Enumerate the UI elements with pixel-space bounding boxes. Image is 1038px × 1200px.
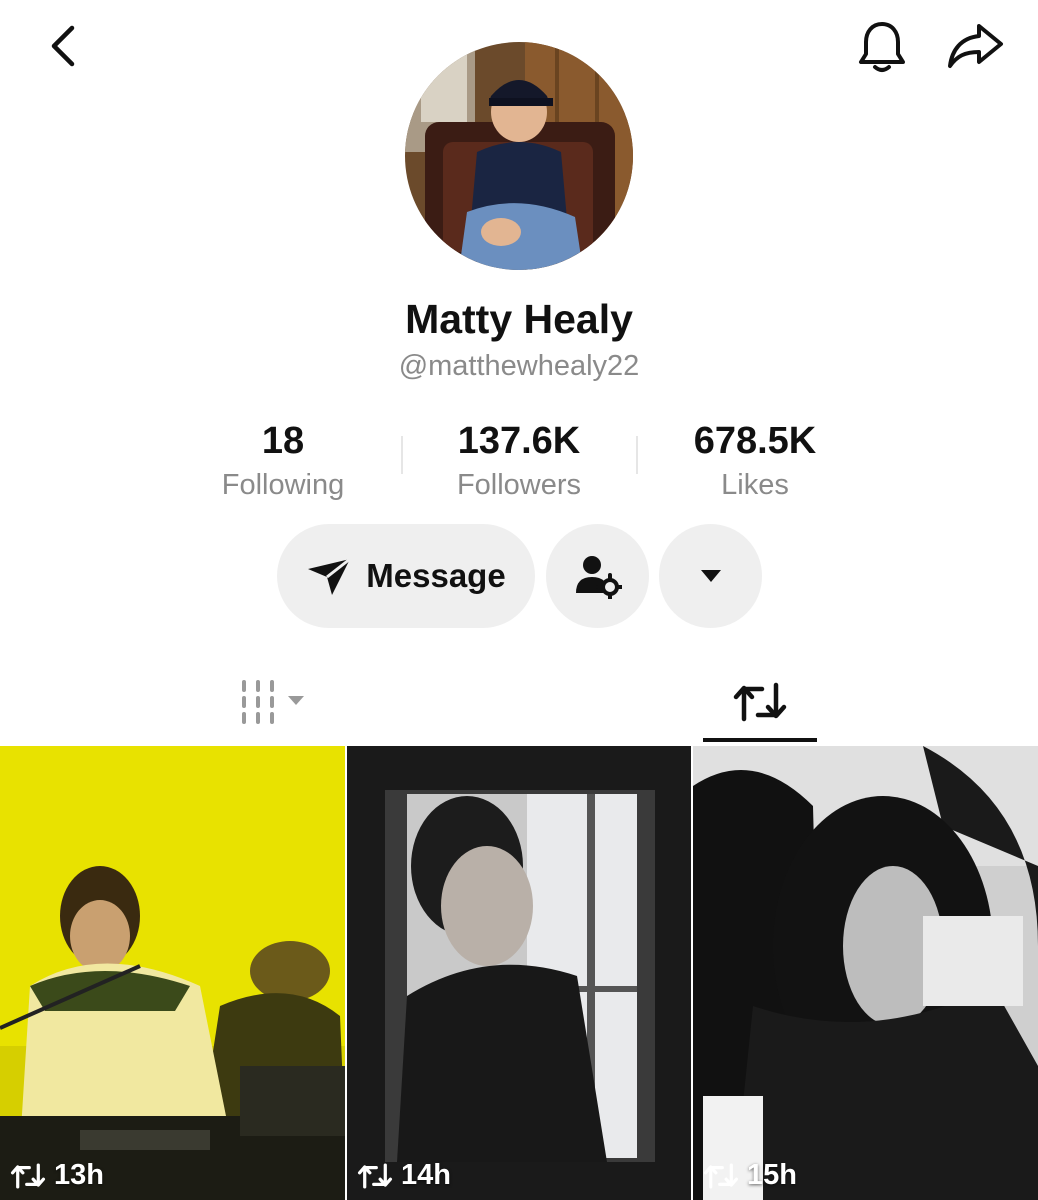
repost-time: 13h: [54, 1159, 104, 1191]
bell-icon: [859, 22, 905, 72]
grid-columns-icon: [242, 680, 304, 724]
stat-likes-label: Likes: [721, 469, 789, 501]
stat-divider: [401, 436, 403, 474]
friend-settings-button[interactable]: [546, 524, 649, 628]
avatar[interactable]: [405, 42, 633, 270]
chevron-left-icon: [51, 25, 75, 67]
profile-name: Matty Healy: [405, 296, 633, 342]
send-icon: [308, 557, 352, 595]
share-button[interactable]: [942, 18, 1008, 74]
stat-followers[interactable]: 137.6K Followers: [409, 418, 629, 504]
repost-video-3[interactable]: 15h: [693, 746, 1038, 1200]
more-options-button[interactable]: [659, 524, 762, 628]
stat-following-value: 18: [261, 420, 305, 462]
stat-followers-label: Followers: [456, 469, 582, 501]
message-button-label: Message: [366, 557, 506, 594]
tab-videos[interactable]: [178, 660, 378, 744]
share-arrow-icon: [948, 24, 1003, 68]
user-settings-icon: [575, 556, 622, 599]
video-thumbnail: [347, 746, 691, 1200]
stat-likes-value: 678.5K: [693, 420, 817, 462]
profile-handle: @matthewhealy22: [398, 350, 640, 382]
back-button[interactable]: [36, 20, 88, 72]
notifications-button[interactable]: [852, 18, 912, 74]
repost-icon: [733, 682, 787, 722]
stat-divider: [636, 436, 638, 474]
stat-likes[interactable]: 678.5K Likes: [645, 418, 865, 504]
repost-icon: [10, 1162, 46, 1189]
repost-video-2[interactable]: 14h: [347, 746, 691, 1200]
repost-time: 14h: [401, 1159, 451, 1191]
repost-time: 15h: [747, 1159, 797, 1191]
stat-following-label: Following: [221, 469, 345, 501]
stat-following[interactable]: 18 Following: [173, 418, 393, 504]
repost-video-1[interactable]: 13h: [0, 746, 345, 1200]
repost-overlay: 15h: [703, 1159, 797, 1192]
video-thumbnail: [693, 746, 1038, 1200]
repost-icon: [357, 1162, 393, 1189]
repost-overlay: 13h: [10, 1159, 104, 1192]
tab-reposts[interactable]: [660, 660, 860, 744]
caret-down-icon: [700, 570, 721, 582]
repost-icon: [703, 1162, 739, 1189]
video-thumbnail: [0, 746, 345, 1200]
message-button[interactable]: Message: [277, 524, 535, 628]
active-tab-indicator: [703, 738, 817, 742]
stat-followers-value: 137.6K: [457, 420, 581, 462]
repost-overlay: 14h: [357, 1159, 451, 1192]
